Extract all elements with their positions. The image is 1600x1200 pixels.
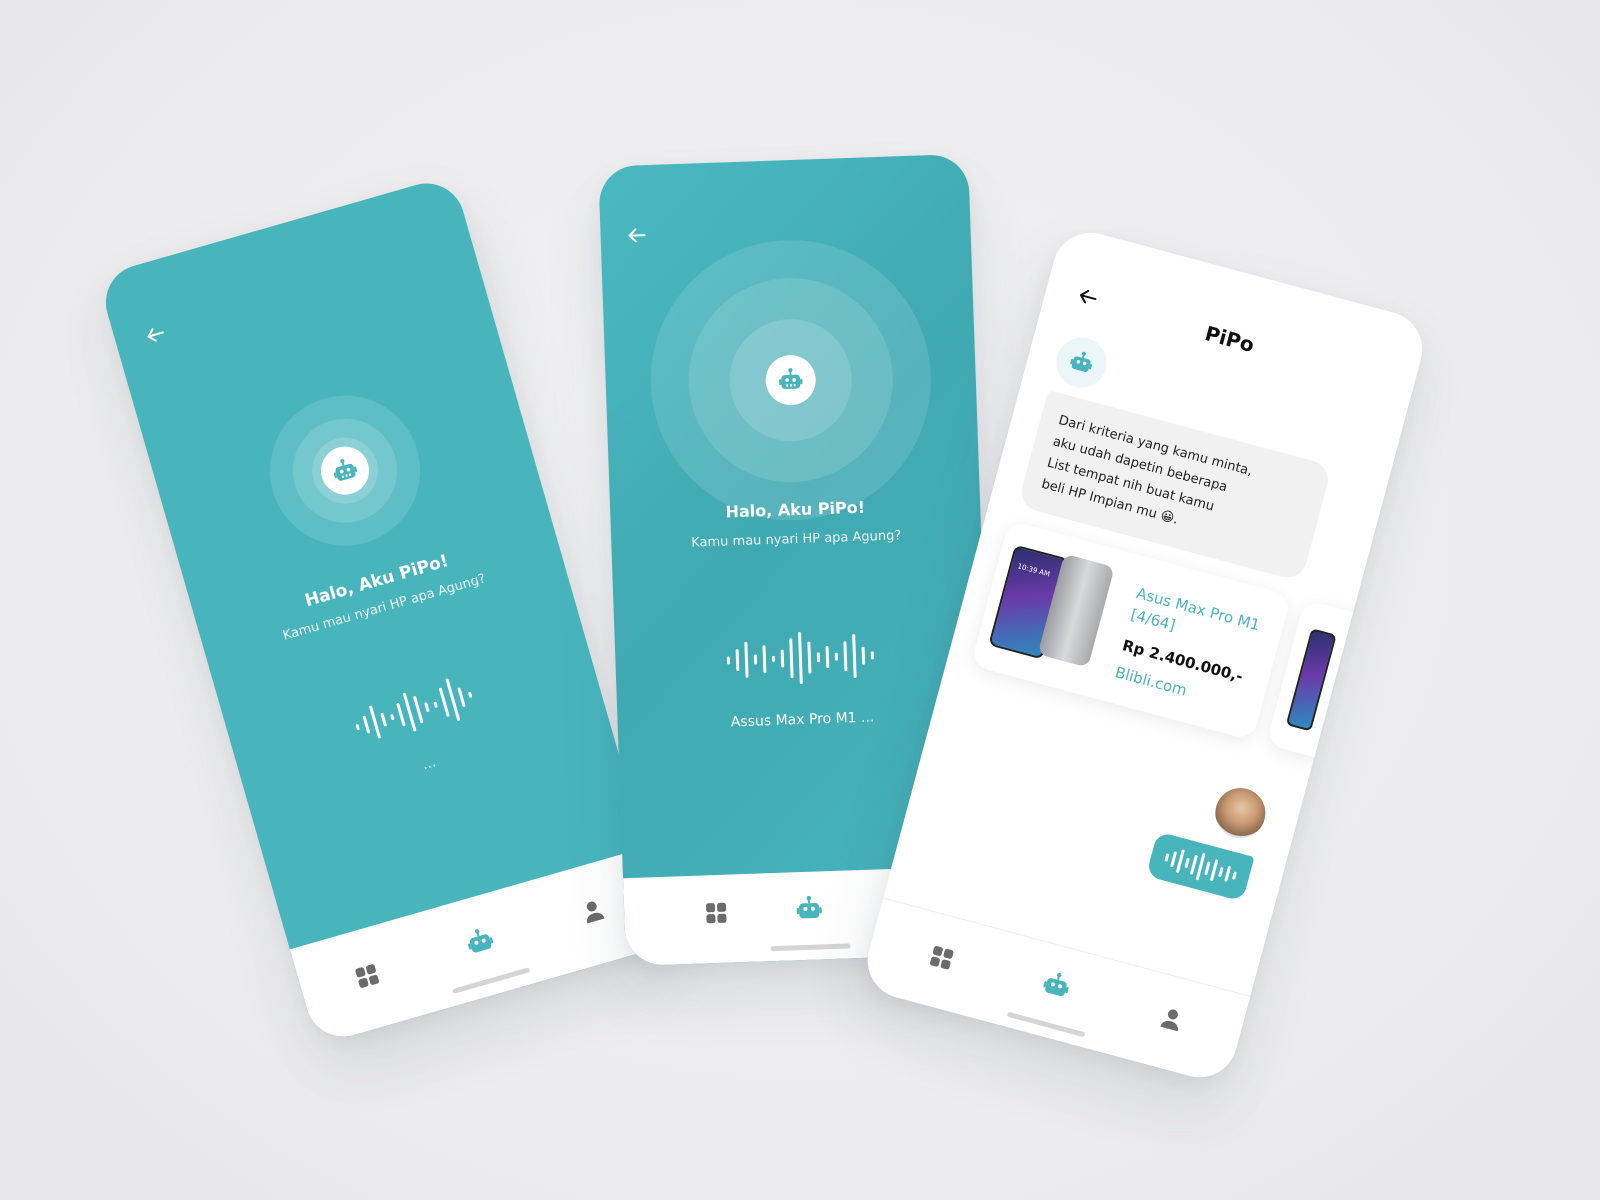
bot-avatar xyxy=(1050,331,1113,394)
home-indicator xyxy=(1006,1011,1086,1038)
phone-clock: 10:39 AM xyxy=(1016,562,1051,579)
voice-waveform xyxy=(726,627,875,688)
robot-icon xyxy=(779,368,803,390)
phone-front-image xyxy=(1285,628,1337,732)
grid-icon[interactable] xyxy=(352,961,382,991)
back-arrow-icon[interactable] xyxy=(140,320,170,350)
chat-header-title: PiPo xyxy=(1202,321,1257,358)
robot-icon[interactable] xyxy=(794,893,825,924)
robot-icon xyxy=(333,458,358,481)
robot-icon[interactable] xyxy=(462,923,499,960)
user-avatar xyxy=(1209,782,1271,844)
greeting-subtitle: Kamu mau nyari HP apa Agung? xyxy=(691,528,902,551)
product-image: 10:39 AM xyxy=(987,541,1130,680)
profile-icon[interactable] xyxy=(1157,1005,1186,1034)
home-indicator xyxy=(452,967,531,994)
robot-icon[interactable] xyxy=(1038,967,1075,1004)
home-indicator xyxy=(770,943,851,952)
profile-icon[interactable] xyxy=(578,896,608,926)
user-voice-message[interactable] xyxy=(1145,831,1255,902)
back-arrow-icon[interactable] xyxy=(624,223,649,248)
product-card-next[interactable] xyxy=(1265,599,1421,776)
robot-icon xyxy=(1070,351,1093,372)
grid-icon[interactable] xyxy=(927,943,956,972)
voice-waveform xyxy=(349,670,478,751)
bottom-nav xyxy=(289,847,674,1046)
grid-icon[interactable] xyxy=(704,901,729,926)
bottom-nav xyxy=(859,897,1251,1086)
phone-screen-listening: Halo, Aku PiPo! Kamu mau nyari HP apa Ag… xyxy=(96,174,674,1046)
